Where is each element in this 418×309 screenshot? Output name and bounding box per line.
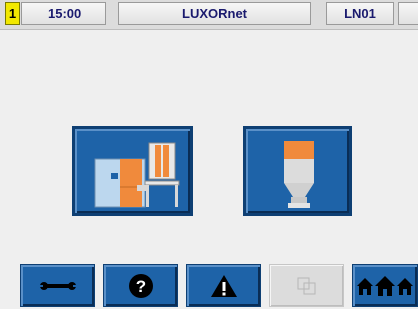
warning-icon [210, 274, 237, 297]
alarm-button[interactable] [186, 264, 261, 307]
clock: 15:00 [21, 2, 106, 25]
home-button[interactable] [352, 264, 418, 307]
silo-tile[interactable] [243, 126, 352, 216]
copy-icon [297, 277, 315, 294]
copy-button[interactable] [269, 264, 344, 307]
settings-button[interactable] [20, 264, 95, 307]
home-icon [357, 275, 413, 296]
boiler-icon [94, 142, 180, 208]
main-area [0, 30, 418, 258]
device-id: LN01 [326, 2, 394, 25]
wrench-icon [39, 281, 76, 290]
status-extra [398, 2, 418, 25]
bottom-toolbar: ? [0, 258, 418, 309]
svg-text:?: ? [135, 277, 145, 296]
help-icon: ? [128, 273, 153, 298]
page-number: 1 [5, 2, 20, 25]
silo-icon [284, 141, 314, 208]
boiler-tile[interactable] [72, 126, 193, 216]
help-button[interactable]: ? [103, 264, 178, 307]
app-title: LUXORnet [118, 2, 311, 25]
status-bar: 1 15:00 LUXORnet LN01 [0, 0, 418, 30]
